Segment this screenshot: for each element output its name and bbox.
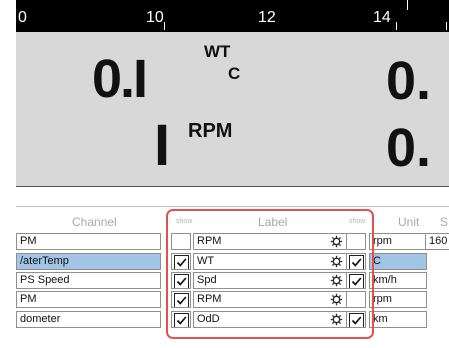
gauge-unit-label: RPM <box>188 120 233 142</box>
unit-cell[interactable]: km/h <box>369 272 427 289</box>
channel-cell[interactable]: PM <box>16 233 161 250</box>
highlight-box <box>166 209 374 339</box>
gauge-value-right: 0. <box>386 118 432 178</box>
channel-cell[interactable]: dometer <box>16 311 161 328</box>
column-header-extra: S <box>440 215 449 229</box>
ruler-tick <box>446 22 447 30</box>
ruler-tick <box>164 22 165 30</box>
channel-cell[interactable]: PS Speed <box>16 272 161 289</box>
gauge-value-right: 0. <box>386 51 432 111</box>
channel-cell[interactable]: /aterTemp <box>16 253 161 270</box>
extra-cell[interactable]: 160 <box>425 233 449 250</box>
ruler-tick <box>396 22 397 30</box>
ruler-tick-label: 0 <box>18 9 27 26</box>
unit-cell[interactable]: rpm <box>369 233 427 250</box>
unit-cell[interactable]: km <box>369 311 427 328</box>
column-header-channel[interactable]: Channel <box>72 215 117 229</box>
ruler-tick-label: 10 <box>146 9 164 26</box>
divider <box>16 206 449 207</box>
channel-cell[interactable]: PM <box>16 291 161 308</box>
ruler-tick-label: 14 <box>373 9 391 26</box>
gauge-value-water-temp: 0.I <box>92 49 148 109</box>
gauge-value-rpm: I <box>154 113 171 178</box>
ruler-tick-label: 12 <box>258 9 276 26</box>
column-header-unit[interactable]: Unit <box>398 215 419 229</box>
gauge-panel: 0 10 12 14 0.I WT C I RPM 0. 0. <box>16 0 449 186</box>
unit-cell[interactable]: rpm <box>369 291 427 308</box>
ruler-tick <box>407 0 408 10</box>
divider <box>16 186 449 187</box>
gauge-unit-label: WT <box>204 42 231 61</box>
time-ruler[interactable]: 0 10 12 14 <box>16 0 449 32</box>
unit-cell[interactable]: C <box>369 253 427 270</box>
gauge-unit-sub: C <box>228 64 241 83</box>
